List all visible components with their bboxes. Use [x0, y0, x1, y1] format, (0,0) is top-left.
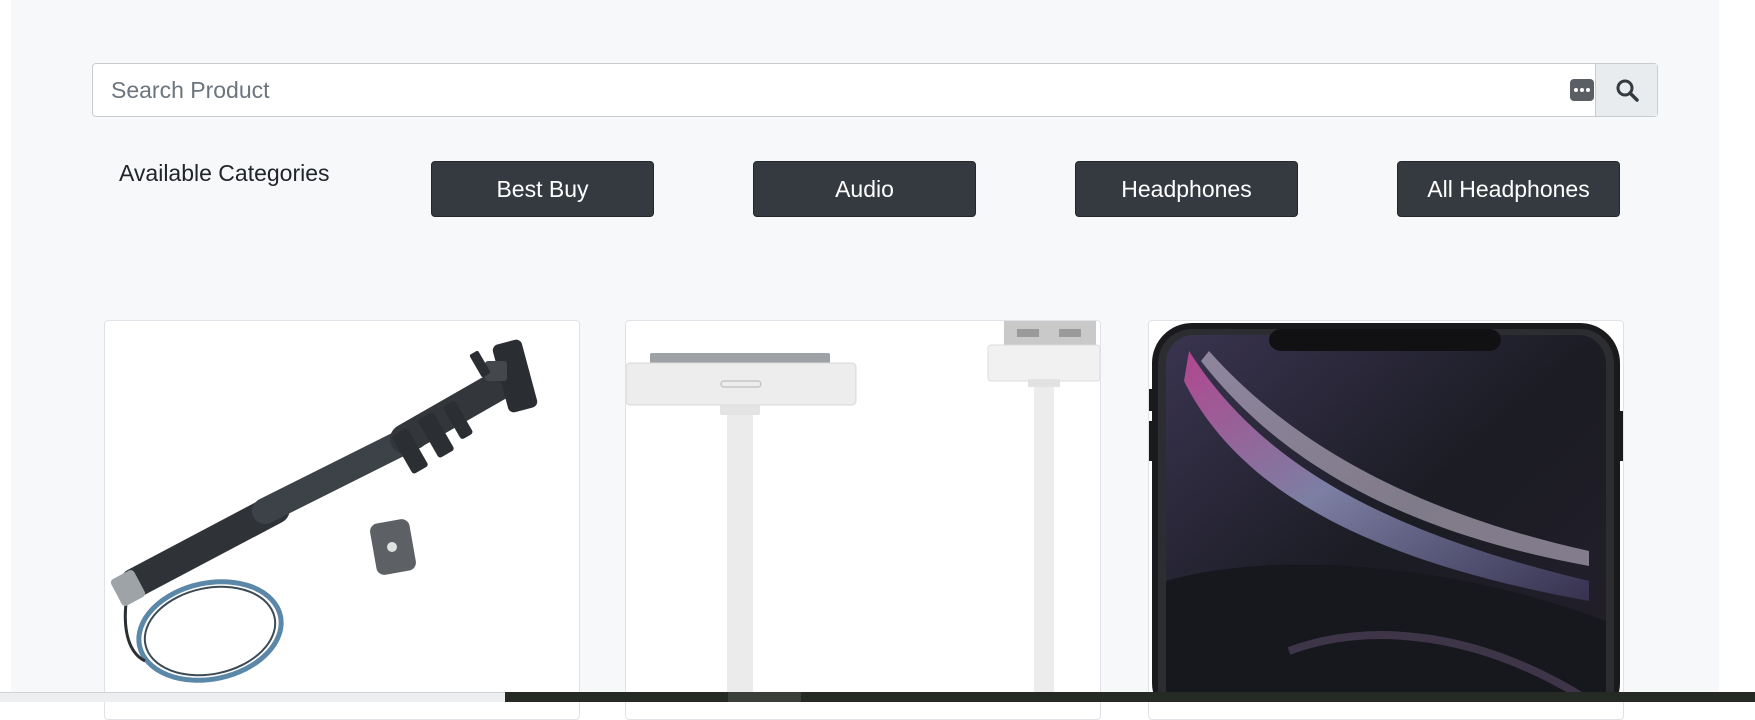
search-icon [1616, 79, 1639, 102]
category-best-buy-button[interactable]: Best Buy [431, 161, 654, 217]
product-image-cable [626, 321, 1100, 717]
search-input[interactable] [93, 64, 1595, 116]
category-headphones-button[interactable]: Headphones [1075, 161, 1298, 217]
search-button[interactable] [1595, 64, 1657, 116]
product-card[interactable] [625, 320, 1101, 720]
product-image-phone [1149, 323, 1623, 719]
page-container: Available Categories Best Buy Audio Head… [11, 0, 1719, 720]
password-manager-icon[interactable] [1570, 79, 1594, 101]
bottom-scroll-strip [0, 692, 1755, 702]
search-bar [92, 63, 1658, 117]
categories-label: Available Categories [119, 160, 330, 186]
category-audio-button[interactable]: Audio [753, 161, 976, 217]
product-card[interactable] [104, 320, 580, 720]
product-card[interactable] [1148, 320, 1624, 720]
category-all-headphones-button[interactable]: All Headphones [1397, 161, 1620, 217]
product-image-monopod [110, 339, 538, 683]
